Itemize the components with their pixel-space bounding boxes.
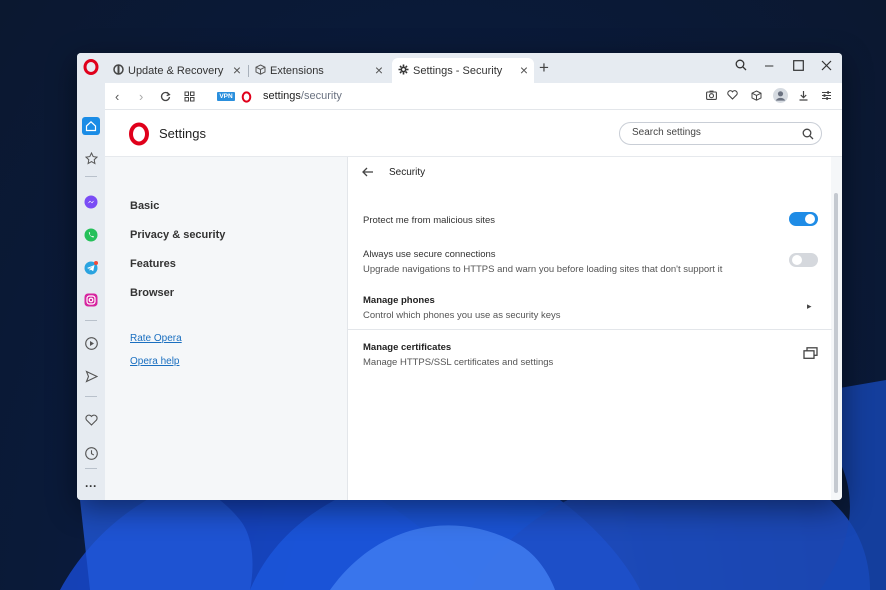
manage-phones-description: Control which phones you use as security… [363, 310, 561, 321]
nav-item-browser[interactable]: Browser [130, 287, 174, 299]
search-tabs-icon[interactable] [735, 58, 747, 75]
manage-phones-row[interactable]: Manage phones Control which phones you u… [348, 288, 832, 328]
chevron-right-icon: ▸ [807, 301, 812, 311]
minimize-button[interactable]: – [765, 57, 773, 74]
forward-nav-icon[interactable]: › [139, 89, 143, 104]
close-icon[interactable]: × [520, 63, 528, 77]
search-settings-box[interactable] [619, 122, 822, 145]
url-path: /security [300, 90, 342, 102]
row-divider [348, 329, 832, 330]
back-nav-icon[interactable]: ‹ [115, 89, 119, 104]
extensions-cube-icon[interactable] [751, 90, 762, 104]
sidebar-divider [85, 396, 97, 397]
settings-nav: Basic Privacy & security Features Browse… [105, 157, 347, 500]
easy-setup-icon[interactable] [821, 90, 832, 104]
address-bar: ‹ › VPN settings/security [105, 83, 842, 110]
opera-help-link[interactable]: Opera help [130, 356, 179, 367]
cube-icon [255, 63, 266, 78]
sidebar-divider [85, 468, 97, 469]
settings-header: Settings [105, 110, 842, 157]
player-icon[interactable] [82, 334, 100, 352]
heart-icon[interactable] [727, 90, 738, 103]
gear-icon [398, 64, 409, 78]
telegram-icon[interactable] [82, 259, 100, 277]
avatar[interactable] [773, 88, 788, 106]
maximize-button[interactable] [793, 58, 804, 75]
sidebar: ··· [77, 83, 105, 500]
new-tab-button[interactable]: + [539, 59, 549, 76]
sidebar-pinboard-icon[interactable] [82, 149, 100, 167]
bookmarks-heart-icon[interactable] [82, 411, 100, 429]
tab-update-recovery[interactable]: Update & Recovery × [107, 58, 247, 83]
search-icon[interactable] [802, 127, 814, 145]
messenger-icon[interactable] [82, 193, 100, 211]
manage-phones-label: Manage phones [363, 295, 435, 306]
opera-logo [128, 122, 150, 151]
tab-settings-security[interactable]: Settings - Security × [392, 58, 534, 83]
sidebar-home-icon[interactable] [82, 117, 100, 135]
toggle-knob [805, 214, 815, 224]
url-host: settings [263, 90, 301, 102]
tab-bar: Update & Recovery × Extensions × Setting… [77, 53, 842, 83]
secure-connections-toggle[interactable] [789, 253, 818, 267]
tab-label: Settings - Security [413, 64, 503, 77]
opera-menu-icon[interactable] [83, 59, 99, 75]
manage-certificates-label: Manage certificates [363, 342, 452, 353]
protect-malicious-label: Protect me from malicious sites [363, 215, 495, 226]
toggle-knob [792, 255, 802, 265]
nav-item-privacy-security[interactable]: Privacy & security [130, 229, 225, 241]
whatsapp-icon[interactable] [82, 226, 100, 244]
tab-extensions[interactable]: Extensions × [249, 58, 389, 83]
opera-icon [241, 90, 252, 108]
browser-window: Update & Recovery × Extensions × Setting… [77, 53, 842, 500]
nav-item-features[interactable]: Features [130, 258, 176, 270]
manage-certificates-row[interactable]: Manage certificates Manage HTTPS/SSL cer… [348, 335, 832, 375]
secure-connections-label: Always use secure connections [363, 249, 496, 260]
scrollbar[interactable] [834, 193, 838, 493]
vpn-badge[interactable]: VPN [217, 92, 235, 101]
send-icon[interactable] [82, 367, 100, 385]
close-icon[interactable]: × [375, 63, 383, 77]
manage-certificates-description: Manage HTTPS/SSL certificates and settin… [363, 357, 554, 368]
instagram-icon[interactable] [82, 291, 100, 309]
camera-icon[interactable] [706, 90, 717, 103]
section-title: Security [389, 167, 426, 178]
security-card: Security Protect me from malicious sites… [347, 157, 832, 500]
page-title: Settings [159, 126, 206, 141]
external-link-icon[interactable] [803, 346, 818, 364]
download-icon[interactable] [798, 90, 809, 104]
secure-connections-description: Upgrade navigations to HTTPS and warn yo… [363, 264, 723, 275]
search-input[interactable] [632, 127, 792, 138]
back-arrow-icon[interactable] [362, 164, 374, 180]
reload-icon[interactable] [160, 90, 171, 105]
sidebar-divider [85, 176, 97, 177]
nav-item-basic[interactable]: Basic [130, 200, 159, 212]
protect-malicious-toggle[interactable] [789, 212, 818, 226]
rate-opera-link[interactable]: Rate Opera [130, 333, 182, 344]
url-field[interactable]: settings/security [263, 90, 342, 102]
sidebar-divider [85, 320, 97, 321]
close-window-button[interactable] [821, 58, 832, 75]
tab-label: Update & Recovery [128, 64, 224, 77]
close-icon[interactable]: × [233, 63, 241, 77]
windows-settings-icon [113, 63, 124, 78]
history-clock-icon[interactable] [82, 444, 100, 462]
speed-dial-icon[interactable] [184, 90, 195, 105]
more-icon[interactable]: ··· [82, 477, 100, 495]
tab-label: Extensions [270, 64, 324, 77]
